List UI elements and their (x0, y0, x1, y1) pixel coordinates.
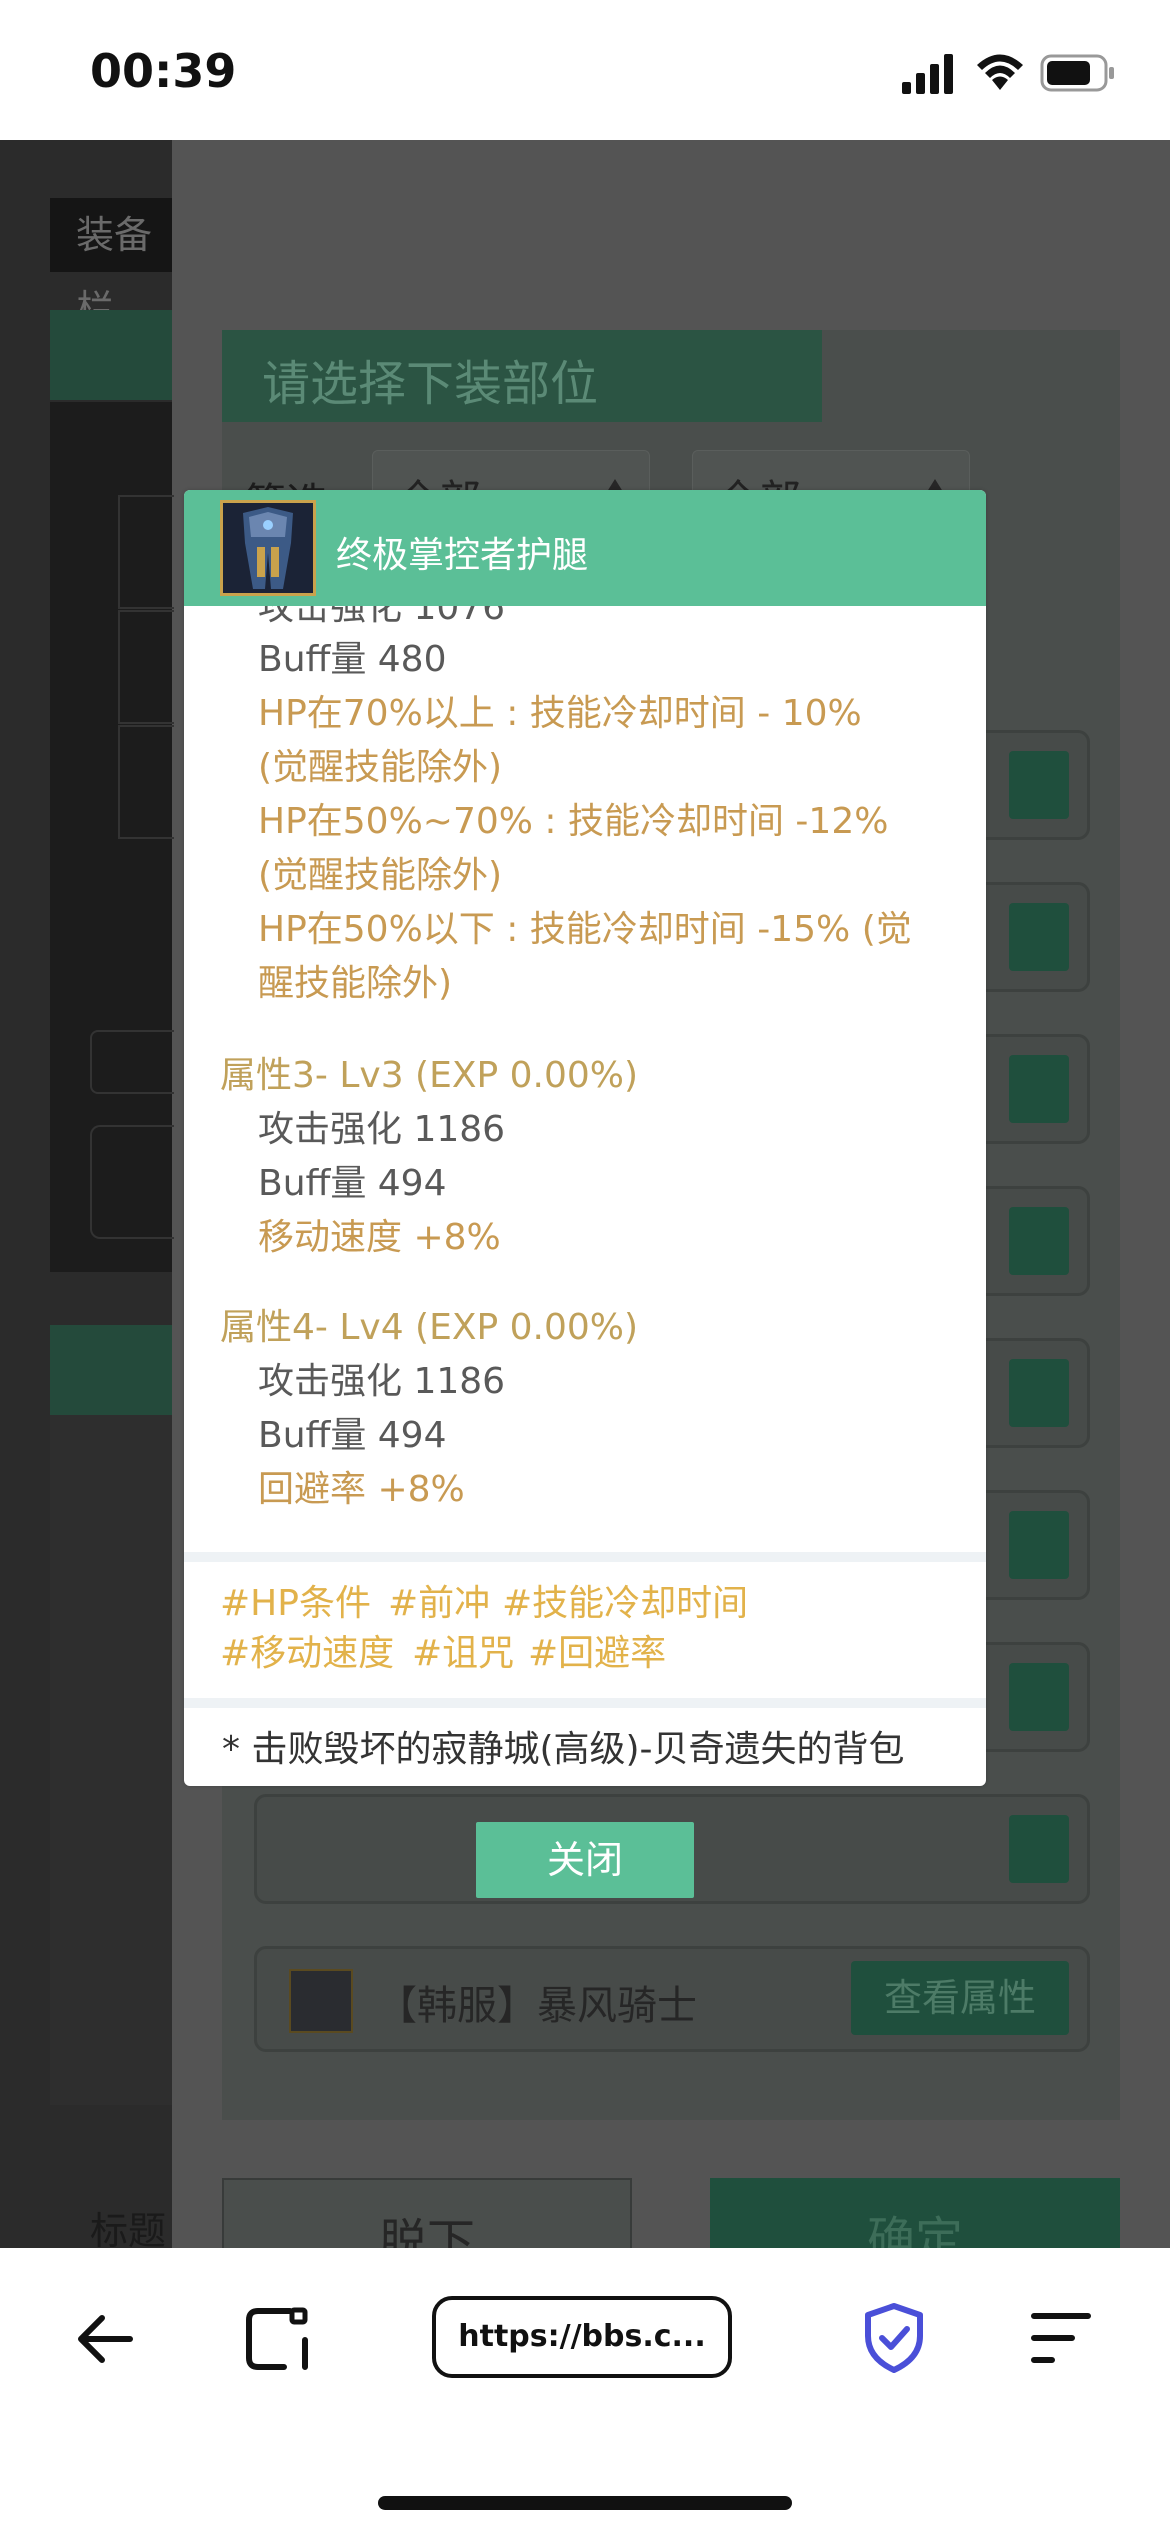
tag: #回避率 (528, 1633, 667, 1674)
item-thumbnail-icon (289, 1969, 353, 2033)
item-detail-popup: 终极掌控者护腿 攻击强化 1076 Buff量 480 HP在70%以上 : 技… (184, 490, 986, 1786)
signal-icon (902, 54, 953, 94)
tag: #移动速度 (220, 1633, 395, 1674)
status-time: 00:39 (90, 44, 237, 98)
wifi-icon (977, 54, 1023, 90)
shield-check-icon[interactable] (862, 2302, 926, 2374)
popup-header: 终极掌控者护腿 (184, 490, 986, 606)
item-icon (220, 500, 316, 596)
attribute-line: 攻击强化 1186 (258, 1361, 506, 1402)
back-arrow-icon[interactable] (74, 2308, 136, 2370)
equipment-row[interactable]: 【韩服】暴风骑士 查看属性 (254, 1946, 1090, 2052)
attribute-line: 攻击强化 1186 (258, 1109, 506, 1150)
popup-attributes-scroll[interactable]: 攻击强化 1076 Buff量 480 HP在70%以上 : 技能冷却时间 - … (184, 606, 986, 1540)
attribute-line: 移动速度 +8% (258, 1217, 501, 1258)
tag: #HP条件 (220, 1583, 371, 1624)
tags-section: #HP条件 #前冲 #技能冷却时间 #移动速度 #诅咒 #回避率 (184, 1552, 986, 1702)
status-bar: 00:39 (0, 0, 1170, 140)
background-bottom-label: 标题 (90, 2209, 167, 2248)
attribute-line: HP在50%~70% : 技能冷却时间 -12% (258, 801, 889, 842)
home-indicator (378, 2496, 792, 2510)
sheet-title: 请选择下装部位 (262, 356, 599, 412)
tag: #前冲 (388, 1583, 491, 1624)
background-tab: 装备栏 (50, 198, 172, 331)
browser-toolbar: https://bbs.c... (0, 2248, 1170, 2532)
attribute-line: 回避率 +8% (258, 1469, 465, 1510)
source-section: * 击败毁坏的寂静城(高级)-贝奇遗失的背包 (184, 1698, 986, 1786)
background-section-header (50, 310, 172, 400)
attribute-3-header: 属性3- Lv3 (EXP 0.00%) (220, 1055, 639, 1096)
tabs-icon[interactable] (244, 2306, 310, 2372)
item-row-name: 【韩服】暴风骑士 (377, 1983, 697, 2029)
item-source-text: * 击败毁坏的寂静城(高级)-贝奇遗失的背包 (222, 1729, 905, 1770)
item-name: 终极掌控者护腿 (336, 535, 589, 576)
attribute-line: 攻击强化 1076 (258, 606, 506, 628)
attribute-line: (觉醒技能除外) (258, 855, 503, 896)
unequip-button[interactable]: 脱下 (222, 2178, 632, 2248)
attribute-line: HP在50%以下 : 技能冷却时间 -15% (觉 (258, 909, 912, 950)
attribute-line: Buff量 494 (258, 1163, 447, 1204)
confirm-button[interactable]: 确定 (710, 2178, 1120, 2248)
background-page: 装备栏 标题 (0, 140, 174, 2248)
attribute-line: Buff量 494 (258, 1415, 447, 1456)
battery-icon (1040, 54, 1114, 92)
attribute-line: HP在70%以上 : 技能冷却时间 - 10% (258, 693, 862, 734)
menu-icon[interactable] (1030, 2308, 1092, 2368)
attribute-line: 醒技能除外) (258, 963, 453, 1004)
attribute-4-header: 属性4- Lv4 (EXP 0.00%) (220, 1307, 639, 1348)
view-attributes-button[interactable]: 查看属性 (851, 1961, 1069, 2035)
sheet-header: 请选择下装部位 (222, 330, 822, 422)
tag: #诅咒 (412, 1633, 515, 1674)
close-button[interactable]: 关闭 (476, 1822, 694, 1898)
tag: #技能冷却时间 (502, 1583, 749, 1624)
url-bar[interactable]: https://bbs.c... (432, 2296, 732, 2378)
attribute-line: Buff量 480 (258, 639, 447, 680)
background-section-header-2 (50, 1325, 172, 1415)
attribute-line: (觉醒技能除外) (258, 747, 503, 788)
